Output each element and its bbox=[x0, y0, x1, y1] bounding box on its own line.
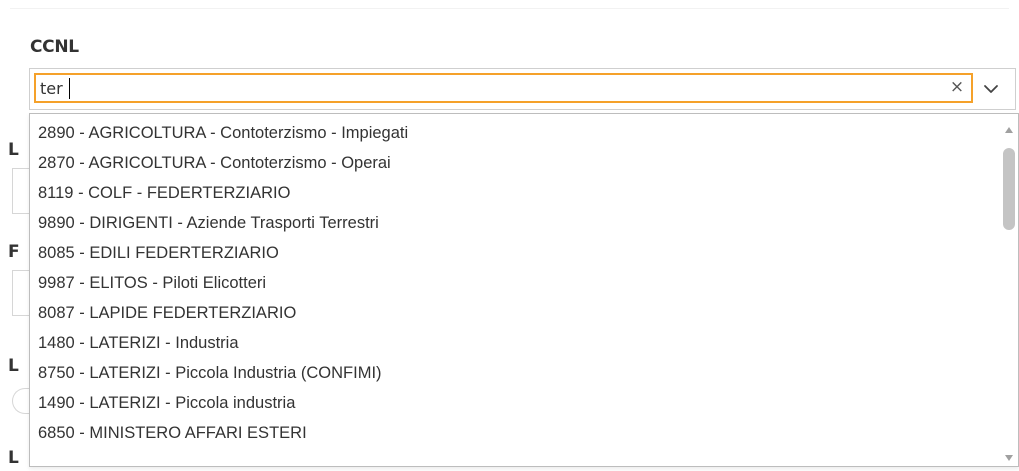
dropdown-option[interactable]: 2890 - AGRICOLTURA - Contoterzismo - Imp… bbox=[30, 118, 995, 148]
ccnl-label: CCNL bbox=[30, 37, 79, 57]
clear-search-button[interactable]: × bbox=[946, 76, 968, 98]
text-caret bbox=[69, 78, 70, 99]
dropdown-option[interactable]: 8087 - LAPIDE FEDERTERZIARIO bbox=[30, 298, 995, 328]
hidden-field-label-2: F bbox=[8, 242, 20, 262]
dropdown-option[interactable]: 8750 - LATERIZI - Piccola Industria (CON… bbox=[30, 358, 995, 388]
scroll-up-arrow-icon[interactable] bbox=[1004, 120, 1014, 133]
scroll-thumb[interactable] bbox=[1003, 148, 1015, 230]
dropdown-option[interactable]: 2870 - AGRICOLTURA - Contoterzismo - Ope… bbox=[30, 148, 995, 178]
ccnl-dropdown-list[interactable]: 2890 - AGRICOLTURA - Contoterzismo - Imp… bbox=[29, 113, 1019, 467]
chevron-down-icon[interactable] bbox=[982, 80, 1000, 98]
dropdown-option[interactable]: 1480 - LATERIZI - Industria bbox=[30, 328, 995, 358]
hidden-field-label-1: L bbox=[8, 140, 19, 160]
dropdown-option[interactable]: 8119 - COLF - FEDERTERZIARIO bbox=[30, 178, 995, 208]
dropdown-option[interactable]: 8085 - EDILI FEDERTERZIARIO bbox=[30, 238, 995, 268]
dropdown-scrollbar[interactable] bbox=[1000, 114, 1018, 466]
dropdown-option[interactable]: 9890 - DIRIGENTI - Aziende Trasporti Ter… bbox=[30, 208, 995, 238]
hidden-field-label-3: L bbox=[8, 356, 19, 376]
dropdown-option[interactable]: 6850 - MINISTERO AFFARI ESTERI bbox=[30, 418, 995, 448]
ccnl-search-input[interactable] bbox=[34, 73, 973, 103]
hidden-field-label-4: L bbox=[8, 448, 19, 468]
top-divider bbox=[10, 8, 1009, 9]
dropdown-option[interactable]: 1490 - LATERIZI - Piccola industria bbox=[30, 388, 995, 418]
dropdown-option[interactable]: 9987 - ELITOS - Piloti Elicotteri bbox=[30, 268, 995, 298]
scroll-down-arrow-icon[interactable] bbox=[1004, 448, 1014, 461]
options-list: 2890 - AGRICOLTURA - Contoterzismo - Imp… bbox=[30, 118, 995, 448]
